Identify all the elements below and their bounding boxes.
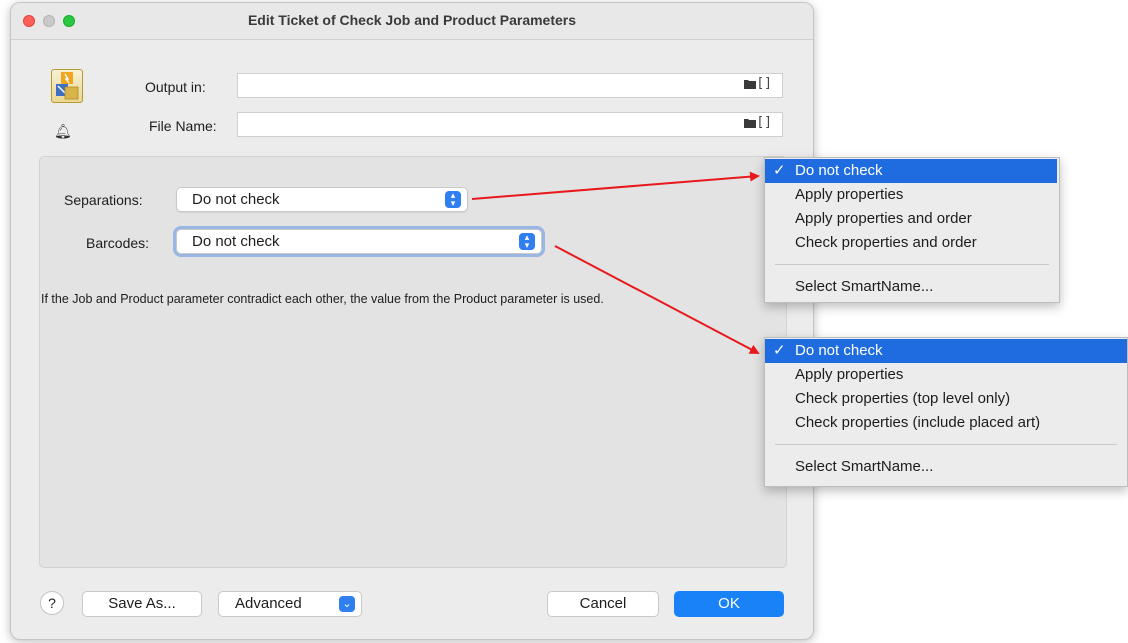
barcodes-arrow xyxy=(554,245,760,354)
annotation-arrows xyxy=(471,171,760,354)
separations-arrow xyxy=(471,171,760,200)
